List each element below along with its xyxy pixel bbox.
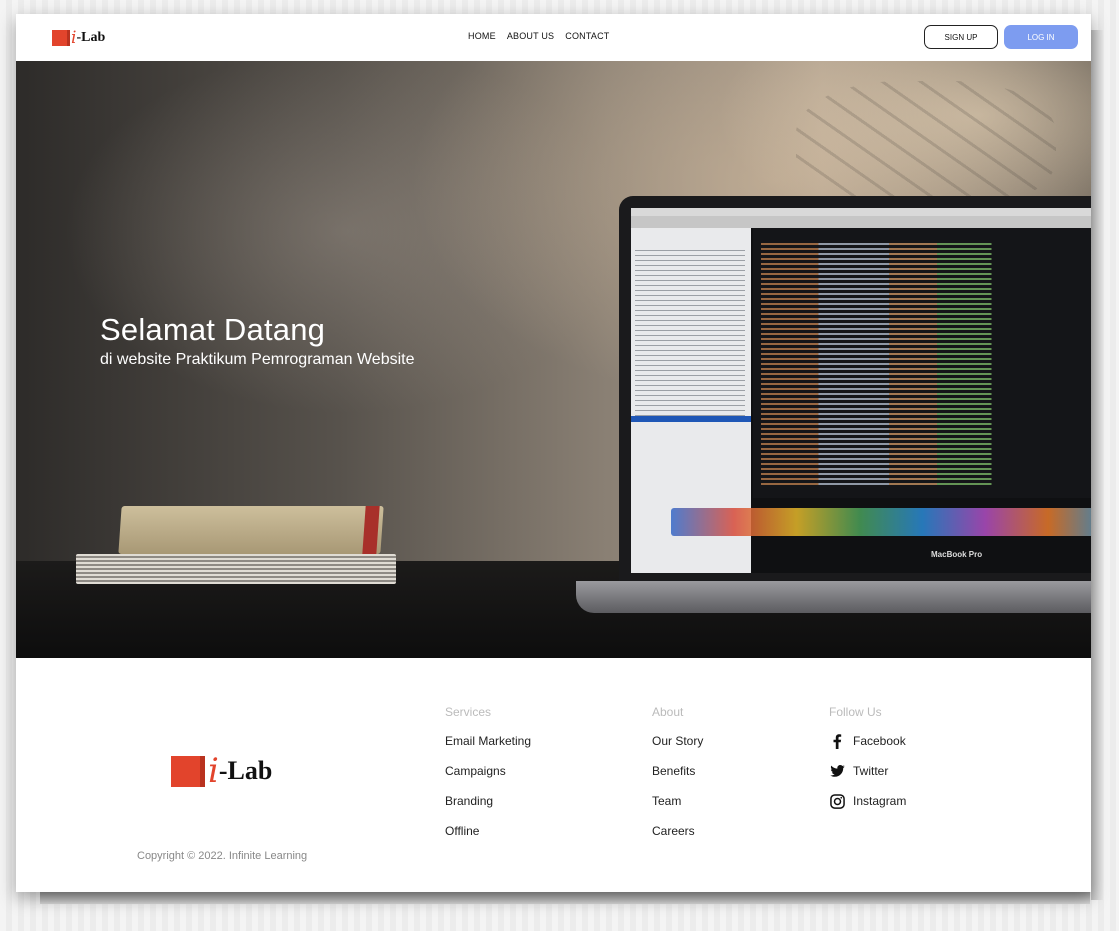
laptop-brand-label: MacBook Pro bbox=[931, 550, 983, 559]
project-tree-lines bbox=[635, 246, 745, 416]
signup-button[interactable]: SIGN UP bbox=[924, 25, 998, 49]
social-link-twitter[interactable]: Twitter bbox=[829, 763, 906, 793]
social-link-facebook[interactable]: Facebook bbox=[829, 733, 906, 763]
screen-code-editor bbox=[753, 228, 1091, 498]
footer-logo-text: -Lab bbox=[218, 756, 273, 785]
header-logo[interactable]: i -Lab bbox=[52, 28, 105, 48]
social-label-instagram: Instagram bbox=[853, 794, 907, 808]
social-link-instagram[interactable]: Instagram bbox=[829, 793, 906, 823]
about-heading: About bbox=[652, 705, 684, 719]
footer-link-careers[interactable]: Careers bbox=[652, 823, 703, 853]
window-shadow-right bbox=[1091, 30, 1103, 900]
hero-leaf-shadow bbox=[796, 81, 1056, 211]
footer-link-campaigns[interactable]: Campaigns bbox=[445, 763, 531, 793]
nav-link-about-us[interactable]: ABOUT US bbox=[507, 31, 554, 41]
hero-banner: MacBook Pro Selamat Datang di website Pr… bbox=[16, 61, 1091, 658]
web-page: i -Lab HOME ABOUT US CONTACT SIGN UP LOG… bbox=[16, 14, 1091, 892]
top-navbar: i -Lab HOME ABOUT US CONTACT SIGN UP LOG… bbox=[16, 14, 1091, 61]
nav-links: HOME ABOUT US CONTACT bbox=[468, 31, 610, 41]
footer-link-benefits[interactable]: Benefits bbox=[652, 763, 703, 793]
nav-link-home[interactable]: HOME bbox=[468, 31, 496, 41]
footer-logo-mark-icon bbox=[171, 755, 205, 787]
hero-title: Selamat Datang bbox=[100, 312, 326, 347]
login-button[interactable]: LOG IN bbox=[1004, 25, 1078, 49]
copyright-text: Copyright © 2022. Infinite Learning bbox=[137, 850, 308, 862]
nav-link-contact[interactable]: CONTACT bbox=[565, 31, 609, 41]
footer-logo[interactable]: i -Lab bbox=[171, 754, 272, 788]
hero-laptop: MacBook Pro bbox=[619, 196, 1091, 591]
screen-dock bbox=[671, 508, 1091, 536]
follow-heading: Follow Us bbox=[829, 705, 882, 719]
footer-link-offline[interactable]: Offline bbox=[445, 823, 531, 853]
footer-logo-i: i bbox=[208, 751, 219, 791]
book-top bbox=[118, 506, 384, 554]
social-label-twitter: Twitter bbox=[853, 764, 889, 778]
book-stack bbox=[76, 554, 396, 584]
footer-follow-column: Follow Us Facebook Twitter Instagram bbox=[829, 705, 906, 823]
facebook-icon bbox=[829, 733, 845, 749]
services-heading: Services bbox=[445, 705, 492, 719]
footer: i -Lab Copyright © 2022. Infinite Learni… bbox=[16, 658, 1091, 892]
window-shadow-bottom bbox=[40, 892, 1090, 904]
laptop-screen: MacBook Pro bbox=[631, 208, 1091, 573]
footer-services-column: Services Email Marketing Campaigns Brand… bbox=[445, 705, 531, 853]
footer-link-our-story[interactable]: Our Story bbox=[652, 733, 703, 763]
screen-toolbar bbox=[631, 216, 1091, 228]
code-lines bbox=[761, 240, 1081, 488]
footer-link-email-marketing[interactable]: Email Marketing bbox=[445, 733, 531, 763]
instagram-icon bbox=[829, 793, 845, 809]
project-tree-selection bbox=[631, 416, 751, 422]
screen-menubar bbox=[631, 208, 1091, 216]
logo-text: -Lab bbox=[76, 30, 106, 45]
book-strap bbox=[362, 506, 380, 554]
footer-about-column: About Our Story Benefits Team Careers bbox=[652, 705, 703, 853]
laptop-keyboard bbox=[576, 581, 1091, 613]
hero-subtitle: di website Praktikum Pemrograman Website bbox=[100, 351, 415, 368]
social-label-facebook: Facebook bbox=[853, 734, 906, 748]
logo-mark-icon bbox=[52, 30, 70, 46]
footer-link-branding[interactable]: Branding bbox=[445, 793, 531, 823]
footer-link-team[interactable]: Team bbox=[652, 793, 703, 823]
twitter-icon bbox=[829, 763, 845, 779]
